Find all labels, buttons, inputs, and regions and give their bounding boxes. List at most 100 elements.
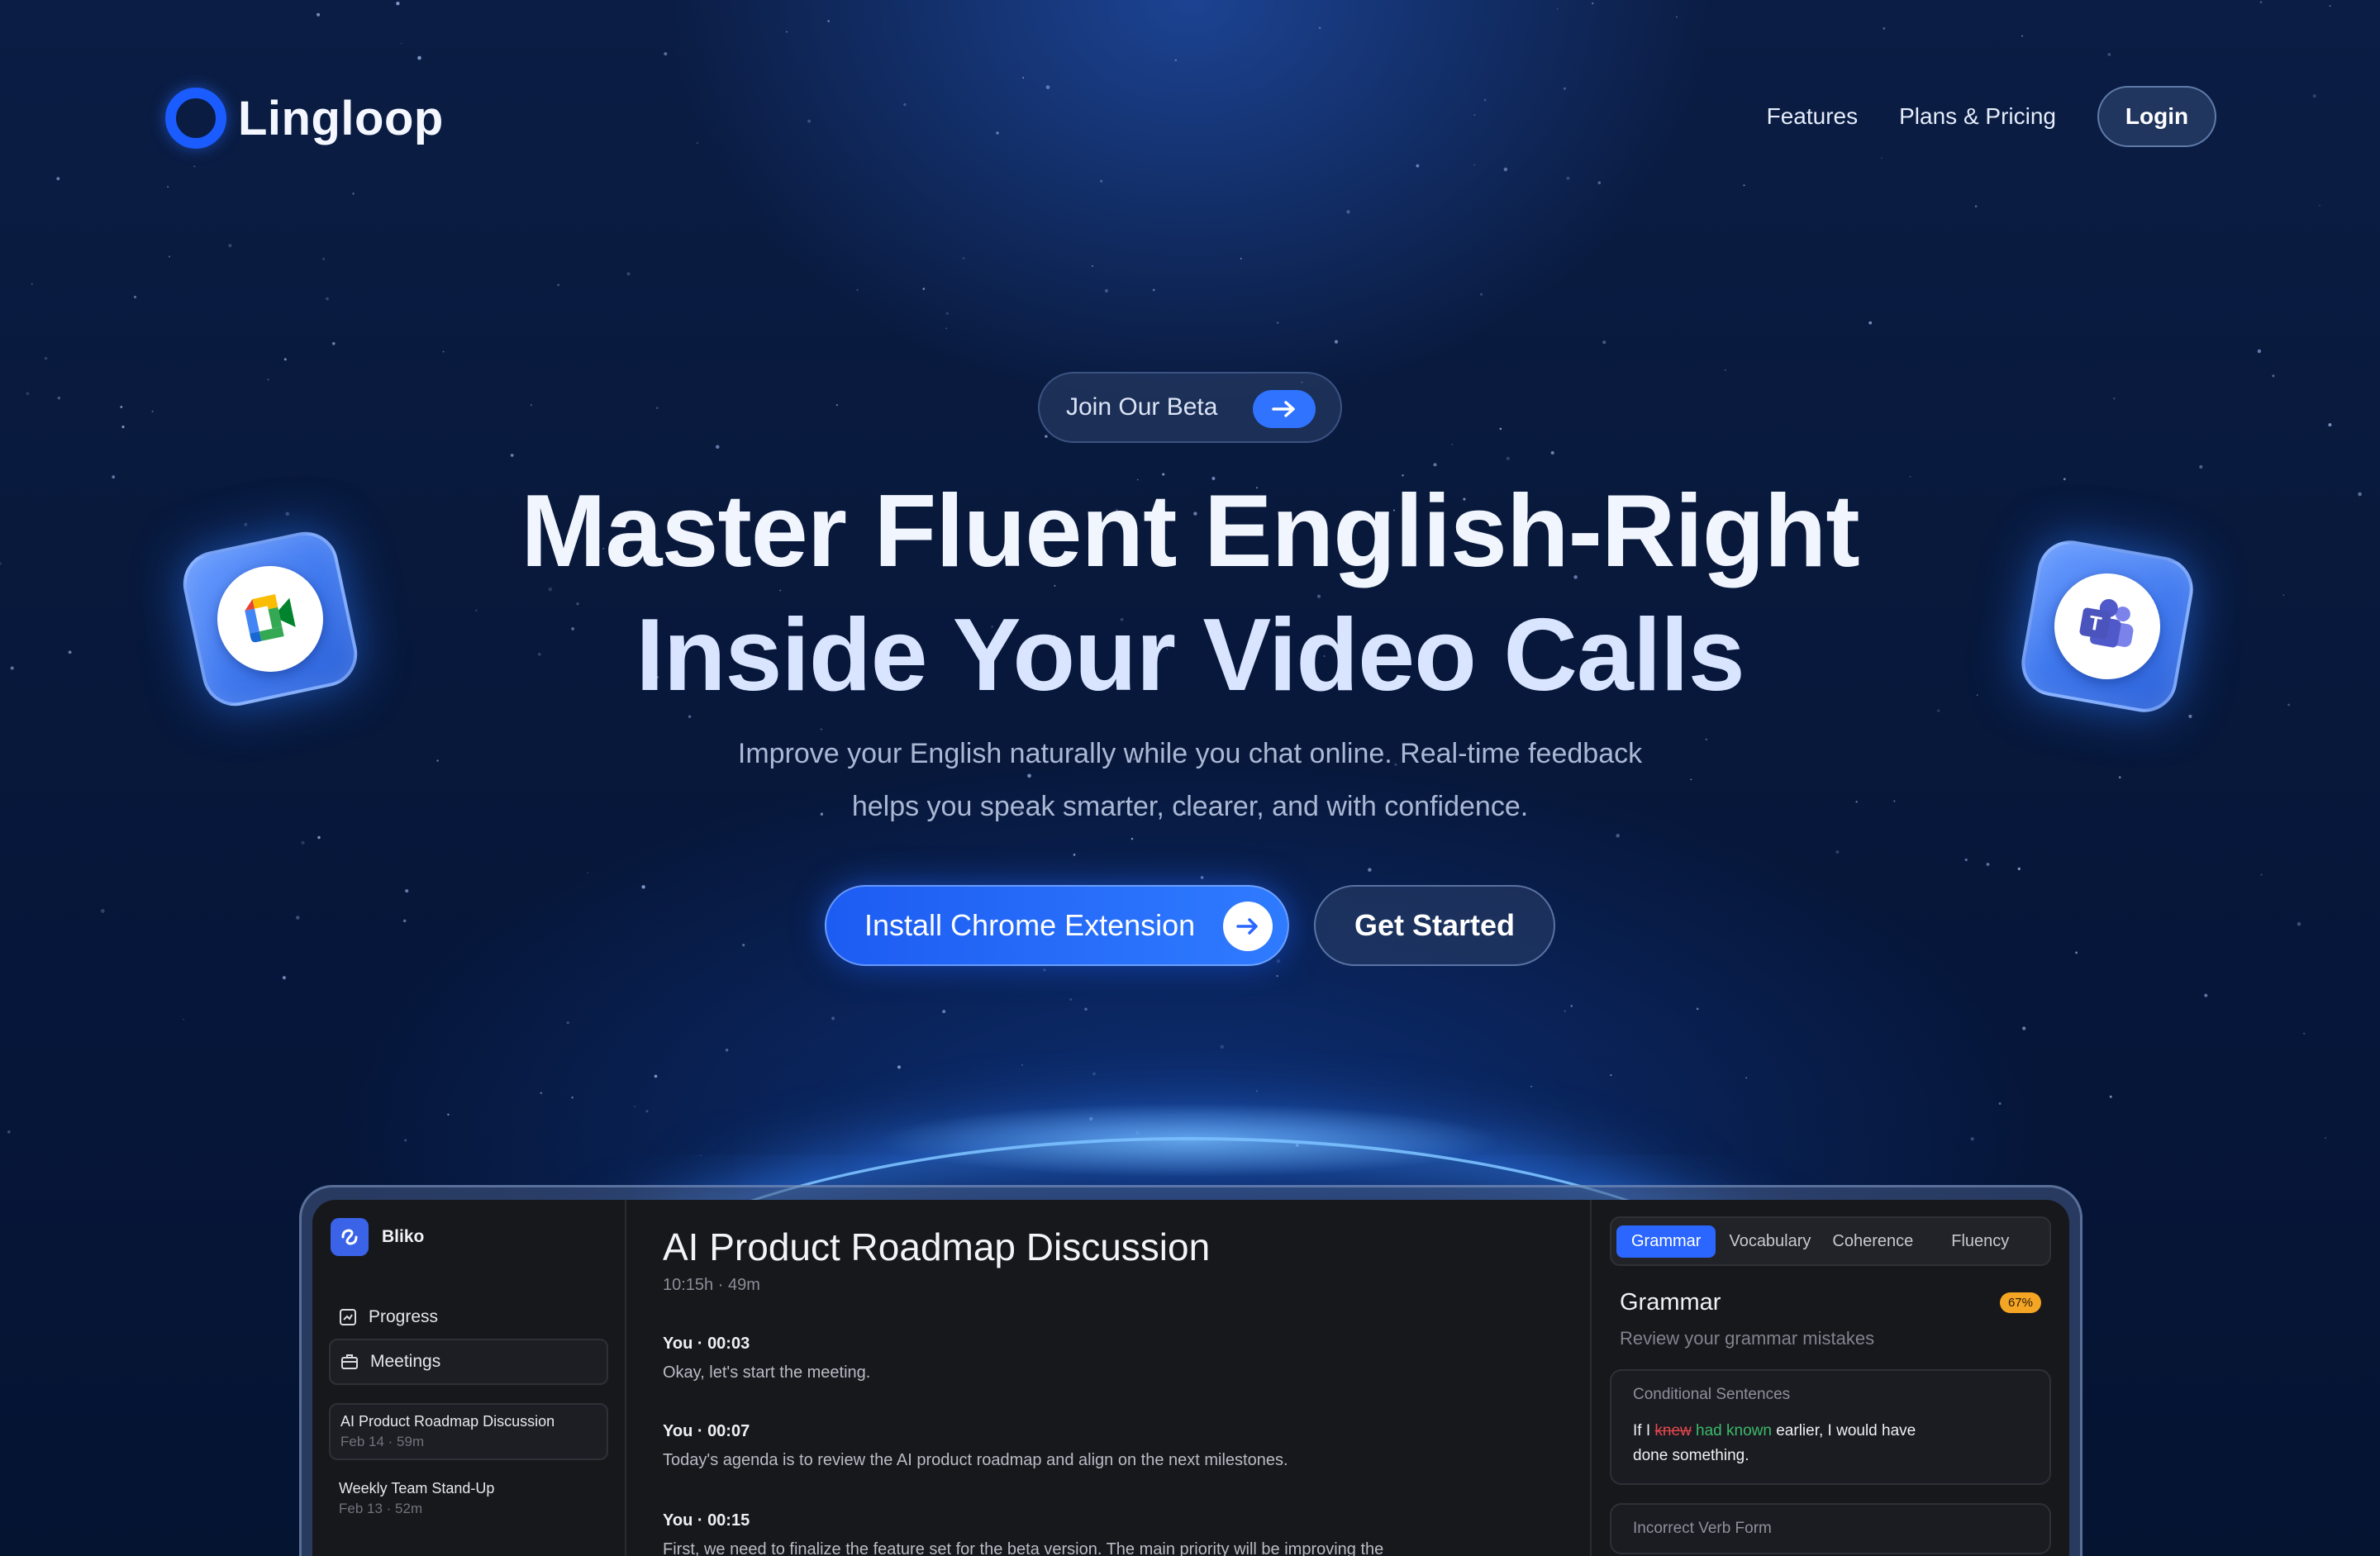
hero-headline: Master Fluent English-Right Inside Your …	[0, 469, 2380, 717]
star-dot	[133, 295, 137, 299]
star-dot	[1451, 443, 1454, 445]
chart-icon	[340, 1309, 356, 1325]
star-dot	[1334, 340, 1339, 344]
meeting-list-item[interactable]: AI Product Roadmap Discussion Feb 14 · 5…	[329, 1403, 608, 1460]
mistake-card[interactable]: Incorrect Verb Form	[1610, 1503, 2051, 1554]
tab-vocabulary[interactable]: Vocabulary	[1721, 1225, 1819, 1258]
panel-title: Grammar	[1620, 1289, 1721, 1316]
app-sidebar: Bliko Progress Meetings AI Product Roadm…	[312, 1200, 626, 1556]
star-dot	[1368, 868, 1372, 872]
star-dot	[1479, 293, 1483, 296]
star-dot	[26, 392, 30, 396]
star-dot	[1696, 1007, 1699, 1011]
bliko-logo-icon	[331, 1218, 369, 1256]
logo[interactable]: Lingloop	[165, 88, 444, 149]
transcript-pane: AI Product Roadmap Discussion 10:15h · 4…	[626, 1200, 1590, 1556]
star-dot	[436, 759, 439, 762]
star-dot	[700, 1154, 702, 1156]
star-dot	[641, 885, 645, 889]
install-extension-label: Install Chrome Extension	[864, 908, 1196, 942]
transcript-text: First, we need to finalize the feature s…	[663, 1540, 1384, 1556]
star-dot	[1998, 1102, 2002, 1105]
star-dot	[301, 840, 305, 845]
star-dot	[1986, 863, 1990, 866]
star-dot	[282, 976, 286, 980]
score-badge: 67%	[1999, 1292, 2041, 1313]
star-dot	[1564, 1010, 1566, 1012]
star-dot	[168, 255, 171, 258]
star-dot	[2303, 1032, 2306, 1035]
star-dot	[1893, 800, 1896, 802]
headline-line-2: Inside Your Video Calls	[635, 598, 1745, 712]
nav-link-features[interactable]: Features	[1767, 103, 1859, 130]
star-dot	[2324, 1136, 2327, 1140]
star-dot	[2297, 921, 2301, 926]
transcript-text: Today's agenda is to review the AI produ…	[663, 1451, 1288, 1469]
star-dot	[2118, 776, 2121, 779]
star-dot	[120, 406, 123, 408]
star-dot	[742, 944, 745, 947]
star-dot	[2022, 1026, 2026, 1030]
example-line-2: done something.	[1633, 1447, 1749, 1464]
star-dot	[1570, 1005, 1573, 1007]
nav-link-pricing[interactable]: Plans & Pricing	[1899, 103, 2056, 130]
star-dot	[296, 916, 300, 920]
star-dot	[1610, 1074, 1612, 1077]
incorrect-word: knew	[1654, 1422, 1692, 1439]
sidebar-item-label: Progress	[369, 1307, 439, 1326]
star-dot	[1152, 288, 1155, 292]
tab-fluency[interactable]: Fluency	[1943, 1225, 2017, 1258]
star-dot	[1745, 1077, 1748, 1079]
star-dot	[1084, 1007, 1088, 1011]
star-dot	[725, 1049, 729, 1052]
star-dot	[2204, 993, 2208, 997]
login-button[interactable]: Login	[2097, 86, 2216, 147]
transcript-text: Okay, let's start the meeting.	[663, 1363, 871, 1382]
tab-grammar[interactable]: Grammar	[1616, 1225, 1716, 1258]
star-dot	[1550, 451, 1554, 454]
mistake-category: Conditional Sentences	[1633, 1386, 1791, 1403]
star-dot	[557, 283, 560, 287]
star-dot	[1433, 463, 1437, 467]
star-dot	[835, 404, 838, 407]
meeting-list-item[interactable]: Weekly Team Stand-Up Feb 13 · 52m	[329, 1472, 608, 1525]
star-dot	[1104, 288, 1108, 293]
app-mockup: Bliko Progress Meetings AI Product Roadm…	[312, 1200, 2069, 1556]
star-dot	[100, 909, 105, 913]
star-dot	[856, 288, 859, 292]
transcript-speaker: You · 00:03	[663, 1335, 750, 1353]
briefcase-icon	[341, 1354, 358, 1369]
arrow-right-icon	[1253, 390, 1316, 428]
install-extension-button[interactable]: Install Chrome Extension	[825, 885, 1289, 966]
star-dot	[530, 404, 533, 407]
star-dot	[645, 1110, 649, 1113]
star-dot	[1276, 321, 1279, 324]
star-dot	[626, 272, 631, 276]
sidebar-item-progress[interactable]: Progress	[329, 1301, 608, 1334]
transcript-line: You · 00:15 First, we need to finalize t…	[663, 1511, 1554, 1556]
star-dot	[1276, 959, 1281, 964]
tab-coherence[interactable]: Coherence	[1824, 1225, 1921, 1258]
join-beta-pill[interactable]: Join Our Beta	[1038, 372, 1342, 443]
star-dot	[1602, 340, 1606, 345]
star-dot	[1724, 369, 1726, 371]
star-dot	[1506, 456, 1510, 461]
star-dot	[1130, 837, 1134, 840]
star-dot	[1868, 321, 1873, 325]
star-dot	[962, 257, 965, 259]
star-dot	[1835, 850, 1840, 854]
meeting-meta: Feb 14 · 59m	[340, 1434, 425, 1449]
mistake-card[interactable]: Conditional Sentences If I knew had know…	[1610, 1369, 2051, 1485]
star-dot	[1092, 1072, 1096, 1076]
join-beta-label: Join Our Beta	[1066, 393, 1218, 421]
sidebar-item-meetings[interactable]: Meetings	[329, 1339, 608, 1385]
panel-subtitle: Review your grammar mistakes	[1620, 1328, 1875, 1349]
star-dot	[510, 454, 514, 457]
star-dot	[151, 410, 154, 413]
star-dot	[566, 1021, 569, 1025]
get-started-button[interactable]: Get Started	[1314, 885, 1555, 966]
feedback-tabs: Grammar Vocabulary Coherence Fluency	[1610, 1216, 2051, 1266]
meeting-heading: AI Product Roadmap Discussion	[663, 1225, 1211, 1268]
star-dot	[1200, 876, 1204, 879]
main-nav: Features Plans & Pricing Login	[1767, 86, 2216, 147]
